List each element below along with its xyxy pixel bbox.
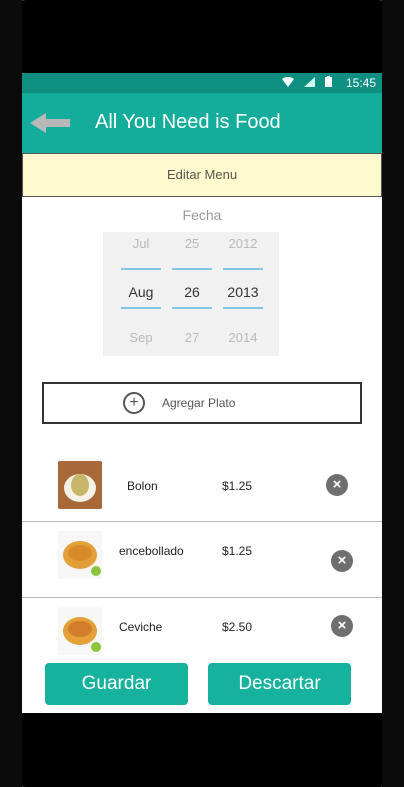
save-button[interactable]: Guardar — [45, 663, 188, 705]
add-dish-label: Agregar Plato — [162, 396, 236, 410]
dish-name: Bolon — [127, 479, 158, 493]
dish-row[interactable]: Ceviche $2.50 × — [22, 597, 382, 673]
dish-row[interactable]: Bolon $1.25 × — [22, 445, 382, 522]
back-arrow-icon — [30, 113, 70, 133]
year-next[interactable]: 2014 — [221, 330, 265, 345]
dish-image — [58, 461, 102, 509]
picker-divider — [121, 268, 161, 270]
phone-bezel-right — [382, 0, 404, 787]
dish-price: $1.25 — [222, 479, 253, 493]
app-title: All You Need is Food — [95, 111, 281, 133]
dish-row[interactable]: encebollado $1.25 × — [22, 521, 382, 598]
day-next[interactable]: 27 — [170, 330, 214, 345]
dish-image — [58, 531, 102, 579]
dish-name: Ceviche — [119, 620, 163, 634]
back-button[interactable] — [28, 107, 72, 139]
dish-image — [58, 607, 102, 655]
month-next[interactable]: Sep — [119, 330, 163, 345]
remove-dish-icon[interactable]: × — [326, 474, 348, 496]
wifi-icon — [282, 76, 294, 87]
picker-divider — [172, 268, 212, 270]
signal-icon — [304, 76, 315, 87]
status-icons — [282, 76, 332, 87]
picker-divider — [172, 307, 212, 309]
day-column[interactable]: 25 26 27 — [170, 232, 214, 356]
day-prev[interactable]: 25 — [170, 236, 214, 251]
status-bar: 15:45 — [22, 73, 382, 93]
date-label: Fecha — [182, 207, 222, 223]
phone-bezel-left — [0, 0, 22, 787]
discard-button[interactable]: Descartar — [208, 663, 351, 705]
month-selected[interactable]: Aug — [119, 284, 163, 300]
remove-dish-icon[interactable]: × — [331, 615, 353, 637]
phone-frame: 15:45 All You Need is Food Editar Menu F… — [0, 0, 404, 787]
month-prev[interactable]: Jul — [119, 236, 163, 251]
battery-icon — [325, 76, 332, 87]
app-bar: All You Need is Food — [22, 93, 382, 153]
remove-dish-icon[interactable]: × — [331, 550, 353, 572]
add-circle-icon: + — [123, 392, 145, 414]
year-selected[interactable]: 2013 — [221, 284, 265, 300]
dish-price: $1.25 — [222, 544, 253, 558]
edit-menu-banner: Editar Menu — [22, 153, 382, 197]
picker-divider — [121, 307, 161, 309]
month-column[interactable]: Jul Aug Sep — [119, 232, 163, 356]
app-screen: 15:45 All You Need is Food Editar Menu F… — [22, 73, 382, 713]
day-selected[interactable]: 26 — [170, 284, 214, 300]
date-picker[interactable]: Jul Aug Sep 25 26 27 2012 2013 2014 — [103, 232, 279, 356]
year-prev[interactable]: 2012 — [221, 236, 265, 251]
status-time: 15:45 — [345, 76, 376, 90]
dish-name: encebollado — [119, 544, 184, 558]
picker-divider — [223, 307, 263, 309]
picker-divider — [223, 268, 263, 270]
dish-price: $2.50 — [222, 620, 253, 634]
add-dish-button[interactable]: + Agregar Plato — [42, 382, 362, 424]
year-column[interactable]: 2012 2013 2014 — [221, 232, 265, 356]
